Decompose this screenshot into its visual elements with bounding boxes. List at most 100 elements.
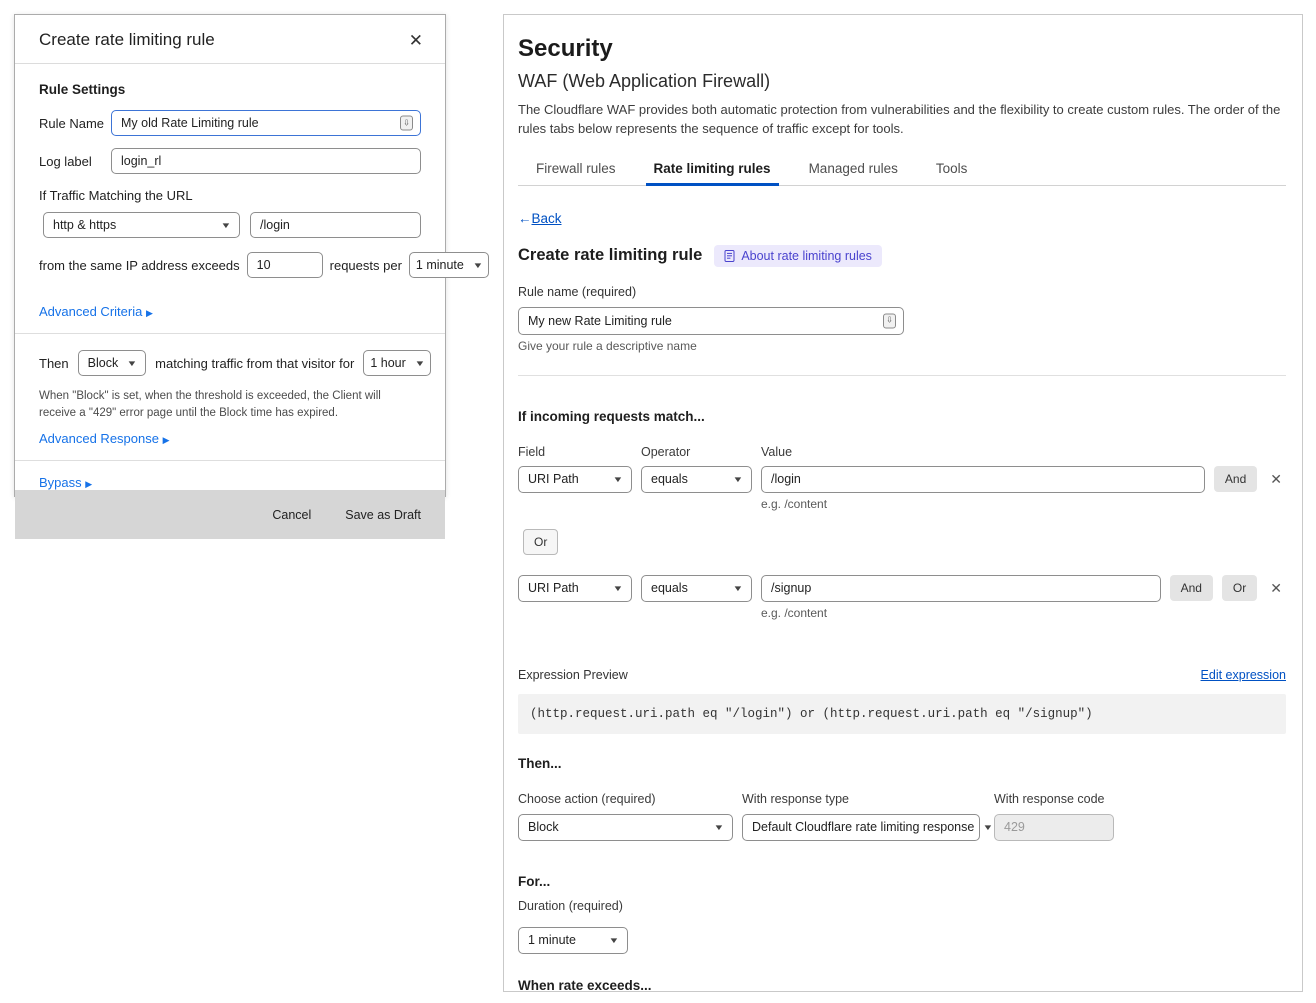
dialog-title: Create rate limiting rule (39, 30, 215, 50)
threshold-prefix: from the same IP address exceeds (39, 258, 240, 273)
delete-condition-icon[interactable]: ✕ (1266, 578, 1286, 599)
doc-icon (724, 250, 735, 262)
for-heading: For... (518, 874, 1286, 889)
save-as-draft-button[interactable]: Save as Draft (345, 508, 421, 522)
rule-settings-heading: Rule Settings (39, 82, 421, 97)
field-column-label: Field (518, 445, 641, 459)
expression-code: (http.request.uri.path eq "/login") or (… (518, 694, 1286, 734)
then-heading: Then... (518, 756, 1286, 771)
dialog-body: Rule Settings Rule Name ⇩ Log label If T… (15, 64, 445, 490)
url-match-row: http & https ▼ (43, 212, 421, 238)
duration-label: Duration (required) (518, 899, 1286, 913)
and-button[interactable]: And (1170, 575, 1213, 601)
value-input[interactable] (761, 466, 1205, 493)
tab-tools[interactable]: Tools (934, 155, 970, 185)
rule-name-hint: Give your rule a descriptive name (518, 339, 1286, 353)
waf-tabs: Firewall rules Rate limiting rules Manag… (518, 155, 1286, 186)
dialog-footer: Cancel Save as Draft (15, 490, 445, 539)
rule-name-label: Rule Name (39, 116, 111, 131)
caret-down-icon: ▼ (472, 261, 483, 270)
bypass-link[interactable]: Bypass ▶ (39, 475, 92, 490)
expression-header-row: Expression Preview Edit expression (518, 668, 1286, 682)
rule-name-label: Rule name (required) (518, 285, 1286, 299)
period-select[interactable]: 1 minute ▼ (409, 252, 489, 278)
autofill-icon: ⇩ (400, 116, 413, 131)
back-link[interactable]: ←Back (518, 211, 562, 226)
close-icon[interactable]: ✕ (409, 32, 423, 49)
value-input[interactable] (761, 575, 1161, 602)
security-waf-panel: Security WAF (Web Application Firewall) … (503, 14, 1303, 992)
field-select[interactable]: URI Path ▼ (518, 466, 632, 493)
triangle-right-icon: ▶ (85, 479, 92, 489)
create-heading-row: Create rate limiting rule About rate lim… (518, 245, 1286, 267)
ban-duration-select[interactable]: 1 hour ▼ (363, 350, 430, 376)
response-type-select[interactable]: Default Cloudflare rate limiting respons… (742, 814, 980, 841)
match-heading: If incoming requests match... (518, 409, 1286, 424)
response-code-label: With response code (994, 792, 1104, 806)
then-label: Then (39, 356, 69, 371)
response-type-label: With response type (742, 792, 994, 806)
operator-column-label: Operator (641, 445, 761, 459)
then-suffix: matching traffic from that visitor for (155, 356, 354, 371)
scheme-select[interactable]: http & https ▼ (43, 212, 240, 238)
divider (518, 375, 1286, 376)
then-row: Then Block ▼ matching traffic from that … (39, 350, 421, 376)
page-title: Security (518, 35, 1286, 63)
condition-row: URI Path ▼ equals ▼ e.g. /content And Or… (518, 575, 1286, 620)
then-controls-row: Block ▼ Default Cloudflare rate limiting… (518, 814, 1286, 841)
create-rate-limiting-rule-dialog: Create rate limiting rule ✕ Rule Setting… (14, 14, 446, 497)
back-arrow-icon: ← (518, 211, 532, 226)
caret-down-icon: ▼ (732, 475, 743, 484)
log-label-row: Log label (39, 148, 421, 174)
threshold-row: from the same IP address exceeds request… (39, 252, 421, 278)
rule-name-input[interactable] (111, 110, 421, 136)
condition-row: URI Path ▼ equals ▼ e.g. /content And ✕ (518, 466, 1286, 511)
rule-name-input[interactable] (518, 307, 904, 335)
caret-down-icon: ▼ (612, 584, 623, 593)
edit-expression-link[interactable]: Edit expression (1201, 668, 1286, 682)
tab-managed-rules[interactable]: Managed rules (807, 155, 900, 185)
field-select[interactable]: URI Path ▼ (518, 575, 632, 602)
caret-down-icon: ▼ (220, 221, 231, 230)
response-code-input (994, 814, 1114, 841)
log-label-input[interactable] (111, 148, 421, 174)
url-input[interactable] (250, 212, 421, 238)
caret-down-icon: ▼ (983, 823, 994, 832)
rule-name-row: Rule Name ⇩ (39, 110, 421, 136)
log-label-label: Log label (39, 154, 111, 169)
operator-select[interactable]: equals ▼ (641, 466, 752, 493)
triangle-right-icon: ▶ (163, 435, 170, 445)
threshold-middle: requests per (330, 258, 402, 273)
action-select[interactable]: Block ▼ (78, 350, 147, 376)
autofill-icon: ⇩ (883, 313, 896, 328)
page-description: The Cloudflare WAF provides both automat… (518, 101, 1286, 139)
caret-down-icon: ▼ (713, 823, 724, 832)
duration-select[interactable]: 1 minute ▼ (518, 927, 628, 954)
divider (15, 333, 445, 334)
action-select[interactable]: Block ▼ (518, 814, 733, 841)
value-hint: e.g. /content (761, 606, 1161, 620)
delete-condition-icon[interactable]: ✕ (1266, 469, 1286, 490)
caret-down-icon: ▼ (127, 359, 138, 368)
threshold-input[interactable] (247, 252, 323, 278)
rate-heading: When rate exceeds... (518, 978, 1286, 992)
choose-action-label: Choose action (required) (518, 792, 742, 806)
expression-preview-label: Expression Preview (518, 668, 628, 682)
about-rate-limiting-badge[interactable]: About rate limiting rules (714, 245, 882, 267)
caret-down-icon: ▼ (414, 359, 425, 368)
advanced-criteria-link[interactable]: Advanced Criteria ▶ (39, 304, 153, 319)
or-button[interactable]: Or (523, 529, 558, 555)
and-button[interactable]: And (1214, 466, 1257, 492)
advanced-response-link[interactable]: Advanced Response ▶ (39, 431, 170, 446)
tab-firewall-rules[interactable]: Firewall rules (534, 155, 618, 185)
operator-select[interactable]: equals ▼ (641, 575, 752, 602)
or-button[interactable]: Or (1222, 575, 1257, 601)
create-title: Create rate limiting rule (518, 246, 702, 265)
caret-down-icon: ▼ (612, 475, 623, 484)
cancel-button[interactable]: Cancel (272, 508, 311, 522)
traffic-match-label: If Traffic Matching the URL (39, 188, 421, 203)
divider (15, 460, 445, 461)
tab-rate-limiting-rules[interactable]: Rate limiting rules (652, 155, 773, 185)
block-note: When "Block" is set, when the threshold … (39, 388, 421, 421)
then-column-labels: Choose action (required) With response t… (518, 792, 1286, 806)
